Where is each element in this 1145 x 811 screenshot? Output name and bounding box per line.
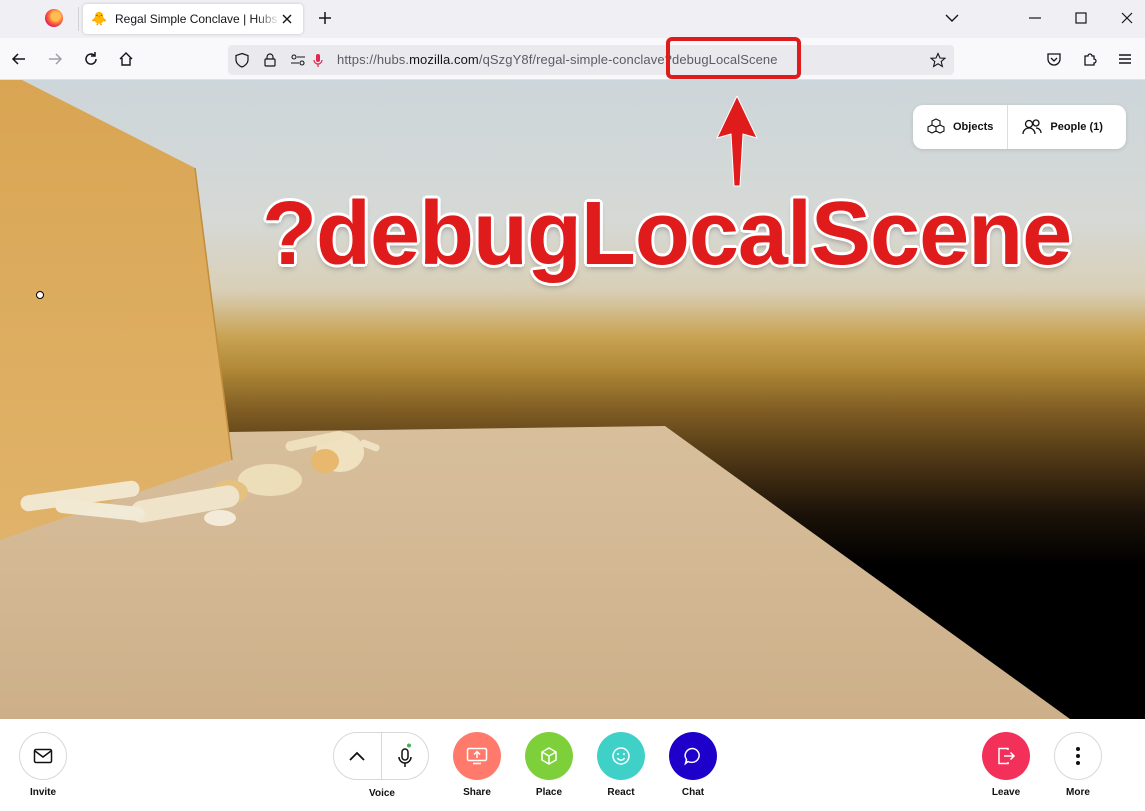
chat-label: Chat [681, 787, 705, 798]
menu-icon[interactable] [1116, 50, 1134, 68]
crosshair-reticle [36, 291, 44, 299]
chevron-up-icon [349, 751, 365, 761]
chevron-down-icon[interactable] [943, 9, 961, 27]
tab-separator [78, 7, 79, 31]
star-icon[interactable] [930, 52, 946, 68]
objects-label: Objects [953, 121, 994, 133]
leave-circle[interactable] [982, 732, 1030, 780]
exit-icon [998, 747, 1016, 765]
microphone-icon [397, 743, 412, 767]
firefox-icon[interactable] [45, 9, 63, 27]
wall-plane [0, 80, 232, 540]
home-icon[interactable] [117, 50, 135, 68]
pocket-icon[interactable] [1045, 50, 1063, 68]
back-arrow-icon[interactable] [10, 50, 28, 68]
voice-control-group: Voice [333, 732, 429, 799]
cube-icon [541, 747, 557, 765]
address-bar[interactable]: https://hubs.mozilla.com/qSzgY8f/regal-s… [228, 45, 954, 75]
smiley-icon [612, 747, 630, 765]
invite-button[interactable]: Invite [19, 732, 67, 798]
navigation-bar: https://hubs.mozilla.com/qSzgY8f/regal-s… [0, 38, 1145, 80]
hubs-duck-icon: 🐥 [91, 11, 108, 26]
active-tab[interactable]: 🐥 Regal Simple Conclave | Hubs by Mozill… [83, 4, 303, 34]
url-host: mozilla.com [409, 52, 479, 67]
objects-button[interactable]: Objects [913, 105, 1007, 149]
chat-circle[interactable] [669, 732, 717, 780]
reload-icon[interactable] [82, 50, 100, 68]
close-icon[interactable] [279, 11, 295, 27]
leave-button[interactable]: Leave [982, 732, 1030, 798]
more-label: More [1066, 787, 1090, 798]
minimize-icon[interactable] [1026, 9, 1044, 27]
extensions-icon[interactable] [1081, 50, 1099, 68]
tab-title: Regal Simple Conclave | Hubs by Mozilla [115, 12, 280, 26]
react-label: React [607, 787, 635, 798]
window-close-icon[interactable] [1118, 9, 1136, 27]
share-circle[interactable] [453, 732, 501, 780]
annotation-label: ?debugLocalScene [262, 184, 1072, 284]
share-label: Share [463, 787, 491, 798]
leave-label: Leave [991, 787, 1021, 798]
voice-toggle-button[interactable] [381, 733, 428, 779]
scene-render [0, 80, 1070, 719]
cubes-icon [927, 118, 945, 134]
place-circle[interactable] [525, 732, 573, 780]
chat-button[interactable]: Chat [669, 732, 717, 798]
more-button[interactable]: More [1054, 732, 1102, 798]
annotation-arrow-icon [716, 96, 758, 187]
scene-viewport[interactable] [0, 80, 1145, 719]
react-button[interactable]: React [597, 732, 645, 798]
tab-strip: 🐥 Regal Simple Conclave | Hubs by Mozill… [0, 0, 1145, 38]
lock-icon[interactable] [262, 52, 278, 68]
place-label: Place [535, 787, 563, 798]
url-highlight-box [666, 37, 801, 79]
microphone-icon[interactable] [310, 52, 326, 68]
invite-label: Invite [29, 787, 57, 798]
objects-people-panel: Objects People (1) [913, 105, 1126, 149]
place-button[interactable]: Place [525, 732, 573, 798]
more-circle[interactable] [1054, 732, 1102, 780]
envelope-icon [33, 748, 53, 764]
forward-arrow-icon[interactable] [46, 50, 64, 68]
share-button[interactable]: Share [453, 732, 501, 798]
vertical-dots-icon [1076, 747, 1080, 765]
react-circle[interactable] [597, 732, 645, 780]
people-button[interactable]: People (1) [1008, 105, 1117, 149]
people-icon [1022, 119, 1043, 135]
plus-icon[interactable] [316, 9, 334, 27]
url-prefix: https://hubs. [337, 52, 410, 67]
invite-circle[interactable] [19, 732, 67, 780]
people-label: People (1) [1050, 121, 1103, 133]
bottom-toolbar: Invite Voice Share Place React Chat Leav… [0, 719, 1145, 811]
app-window: 🐥 Regal Simple Conclave | Hubs by Mozill… [0, 0, 1145, 811]
shield-icon[interactable] [234, 52, 250, 68]
maximize-icon[interactable] [1072, 9, 1090, 27]
chat-bubble-icon [684, 747, 700, 766]
permissions-icon[interactable] [290, 52, 306, 68]
screen-share-icon [466, 747, 488, 765]
voice-label: Voice [369, 788, 395, 799]
voice-options-button[interactable] [334, 733, 381, 779]
